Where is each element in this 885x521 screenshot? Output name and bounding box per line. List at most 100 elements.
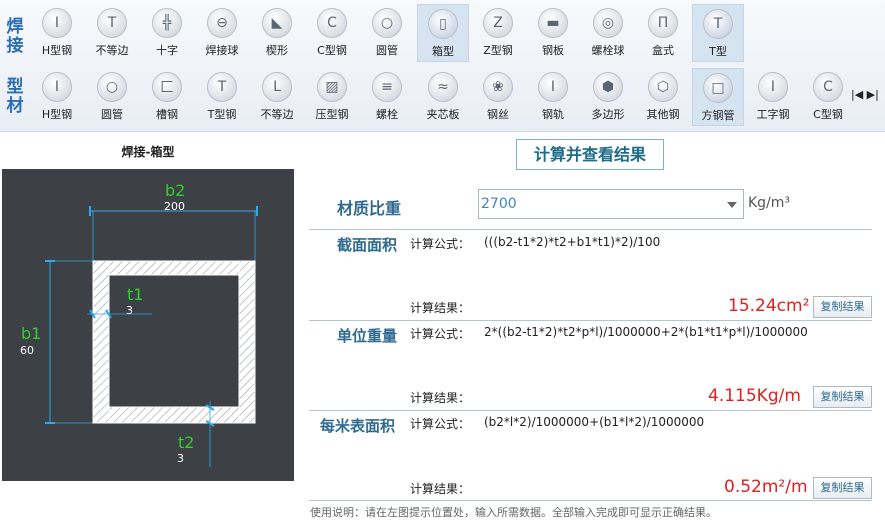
sandwich-panel-icon: ≈ xyxy=(428,72,458,102)
tool-profile-i-beam[interactable]: I 工字钢 xyxy=(747,68,799,126)
t-section-icon: T xyxy=(207,72,237,102)
rail-icon: I xyxy=(538,72,568,102)
tool-welded-box-type[interactable]: Π 盒式 xyxy=(637,4,689,62)
tool-welded-unequal[interactable]: T 不等边 xyxy=(86,4,138,62)
material-density-label: 材质比重 xyxy=(337,199,402,218)
i-beam-icon: I xyxy=(758,72,788,102)
box-section-icon: ▯ xyxy=(428,9,458,39)
material-density-value: 2700 xyxy=(481,196,517,212)
channel-icon: 匚 xyxy=(152,72,182,102)
panel-title: 焊接-箱型 xyxy=(121,145,175,159)
angle-icon: L xyxy=(262,72,292,102)
tool-welded-bolt-ball[interactable]: ◎ 螺栓球 xyxy=(582,4,634,62)
material-density-select[interactable]: 2700 xyxy=(478,189,744,219)
b2-value[interactable]: 200 xyxy=(164,200,185,213)
tool-welded-h-beam[interactable]: I H型钢 xyxy=(31,4,83,62)
tool-profile-channel[interactable]: 匚槽钢 xyxy=(141,68,193,126)
square-tube-icon: □ xyxy=(703,73,733,103)
unit-weight-formula: 2*((b2-t1*2)*t2*p*l)/1000000+2*(b1*t1*p*… xyxy=(484,325,808,339)
unit-weight-label: 单位重量 xyxy=(337,327,398,345)
section-drawing: b2 200 b1 60 t1 3 t2 3 xyxy=(2,169,294,481)
wedge-icon: ◣ xyxy=(262,8,292,38)
tool-welded-wedge[interactable]: ◣ 楔形 xyxy=(251,4,303,62)
category-welded-label[interactable]: 焊接 xyxy=(2,18,28,56)
usage-instructions: 使用说明：请在左图提示位置处，输入所需数据。全部输入完成即可显示正确结果。 xyxy=(310,506,717,519)
round-tube-icon: ○ xyxy=(97,72,127,102)
tool-profile-t-steel[interactable]: T T型钢 xyxy=(196,68,248,126)
divider xyxy=(309,320,872,321)
box-section-drawing xyxy=(45,206,258,467)
tool-profile-other-steel[interactable]: ⬡ 其他钢 xyxy=(637,68,689,126)
tool-welded-round-tube[interactable]: ○ 圆管 xyxy=(361,4,413,62)
copy-result-button[interactable]: 复制结果 xyxy=(813,386,872,408)
round-tube-icon: ○ xyxy=(372,8,402,38)
c-channel-icon: C xyxy=(317,8,347,38)
tool-profile-square-tube[interactable]: □ 方钢管 xyxy=(692,68,744,126)
steel-wire-icon: ❀ xyxy=(483,72,513,102)
section-area-label: 截面面积 xyxy=(337,236,398,254)
divider xyxy=(309,229,872,230)
tool-profile-sandwich-panel[interactable]: ≈ 夹芯板 xyxy=(417,68,469,126)
b2-label: b2 xyxy=(165,181,186,200)
copy-result-button[interactable]: 复制结果 xyxy=(813,296,872,318)
tool-welded-z-steel[interactable]: Z Z型钢 xyxy=(472,4,524,62)
unit-weight-result: 4.115Kg/m xyxy=(708,386,801,406)
tool-profile-round-tube[interactable]: ○ 圆管 xyxy=(86,68,138,126)
z-section-icon: Z xyxy=(483,8,513,38)
section-area-formula: (((b2-t1*2)*t2+b1*t1)*2)/100 xyxy=(484,235,661,249)
divider xyxy=(309,410,872,411)
b1-value[interactable]: 60 xyxy=(20,344,34,357)
result-label: 计算结果： xyxy=(410,301,471,315)
section-area-result: 15.24cm² xyxy=(728,296,810,316)
cross-icon: ╬ xyxy=(152,8,182,38)
result-label: 计算结果： xyxy=(410,391,471,405)
copy-result-button[interactable]: 复制结果 xyxy=(813,477,872,499)
tool-profile-steel-wire[interactable]: ❀ 钢丝 xyxy=(472,68,524,126)
bolt-icon: ≡ xyxy=(372,72,402,102)
surface-area-result: 0.52m²/m xyxy=(724,477,808,497)
calculate-button[interactable]: 计算并查看结果 xyxy=(516,139,664,170)
tool-welded-ball[interactable]: ⊖ 焊接球 xyxy=(196,4,248,62)
tool-profile-unequal[interactable]: L 不等边 xyxy=(251,68,303,126)
formula-label: 计算公式： xyxy=(410,327,471,341)
formula-label: 计算公式： xyxy=(410,417,471,431)
category-profile-label[interactable]: 型材 xyxy=(2,78,28,116)
pressed-steel-icon: ▨ xyxy=(317,72,347,102)
shape-toolbar: 焊接 型材 I H型钢 T 不等边 ╬ 十字 ⊖ 焊接球 ◣ 楔形 C C型钢 ○ 圆管 ▯ 箱… xyxy=(0,0,885,132)
t1-label: t1 xyxy=(127,285,144,304)
tool-welded-box[interactable]: ▯ 箱型 xyxy=(417,4,469,62)
result-label: 计算结果： xyxy=(410,482,471,496)
plate-icon: ▬ xyxy=(538,8,568,38)
h-beam-icon: I xyxy=(42,8,72,38)
c-channel-icon: C xyxy=(813,72,843,102)
t-section-icon: T xyxy=(703,9,733,39)
toolbar-scroll-arrows[interactable]: |◀ ▶| xyxy=(851,88,879,101)
box-type-icon: Π xyxy=(648,8,678,38)
tool-profile-pressed-steel[interactable]: ▨ 压型钢 xyxy=(306,68,358,126)
chevron-down-icon xyxy=(727,202,737,208)
tool-welded-plate[interactable]: ▬ 钢板 xyxy=(527,4,579,62)
unequal-angle-icon: T xyxy=(97,8,127,38)
tool-profile-rail[interactable]: I 钢轨 xyxy=(527,68,579,126)
t2-label: t2 xyxy=(178,433,195,452)
tool-profile-c-steel[interactable]: C C型钢 xyxy=(802,68,854,126)
formula-label: 计算公式： xyxy=(410,237,471,251)
material-density-unit: Kg/m³ xyxy=(748,195,791,211)
welded-ball-icon: ⊖ xyxy=(207,8,237,38)
tool-welded-cross[interactable]: ╬ 十字 xyxy=(141,4,193,62)
t2-value[interactable]: 3 xyxy=(177,452,184,465)
tool-welded-t-type[interactable]: T T型 xyxy=(692,4,744,62)
polygon-icon: ⬢ xyxy=(593,72,623,102)
tool-profile-h-beam[interactable]: I H型钢 xyxy=(31,68,83,126)
divider xyxy=(309,500,872,501)
tool-profile-bolt[interactable]: ≡ 螺栓 xyxy=(361,68,413,126)
hexagon-nut-icon: ⬡ xyxy=(648,72,678,102)
h-beam-icon: I xyxy=(42,72,72,102)
b1-label: b1 xyxy=(21,324,42,343)
bolt-ball-icon: ◎ xyxy=(593,8,623,38)
tool-profile-polygon[interactable]: ⬢ 多边形 xyxy=(582,68,634,126)
surface-area-label: 每米表面积 xyxy=(320,417,396,435)
tool-welded-c-steel[interactable]: C C型钢 xyxy=(306,4,358,62)
t1-value[interactable]: 3 xyxy=(126,304,133,317)
surface-area-formula: (b2*l*2)/1000000+(b1*l*2)/1000000 xyxy=(484,415,705,429)
